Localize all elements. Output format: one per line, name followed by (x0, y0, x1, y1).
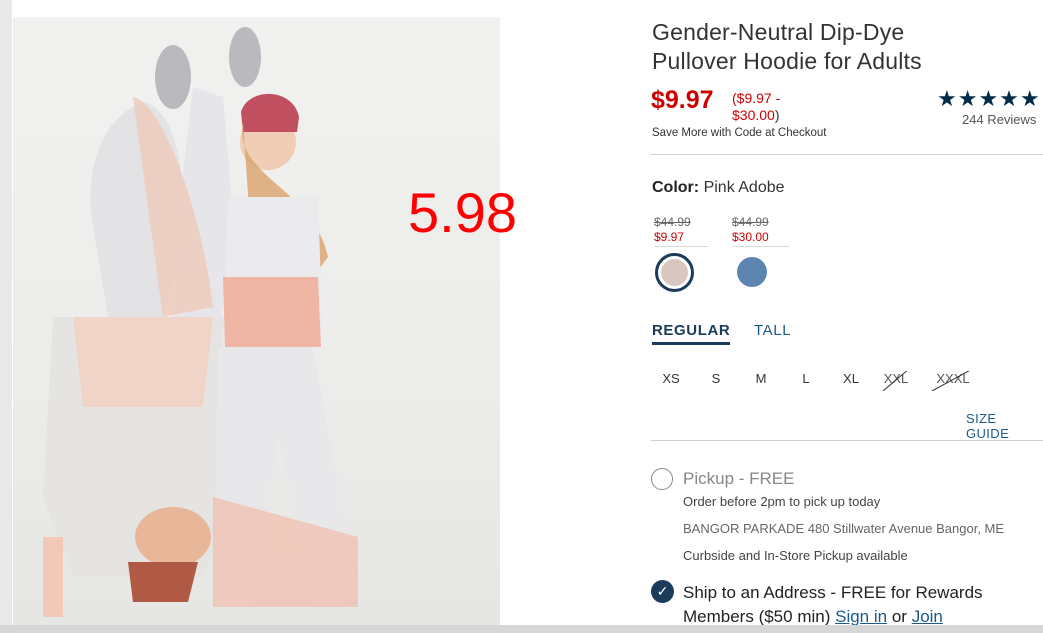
unavailable-slash-icon (882, 371, 908, 391)
pickup-cutoff-text: Order before 2pm to pick up today (683, 494, 881, 509)
size-xxxl-unavailable[interactable]: XXXL (930, 371, 976, 391)
product-photo-illustration (43, 27, 358, 617)
color-label: Color: (652, 179, 700, 196)
pickup-availability-text: Curbside and In-Store Pickup available (683, 548, 908, 563)
pickup-radio[interactable] (651, 468, 673, 490)
or-text: or (891, 607, 907, 626)
window-frame-bottom (0, 625, 1043, 633)
swatch-sale-price: $9.97 (654, 230, 708, 247)
product-image[interactable] (13, 17, 500, 625)
product-title: Gender-Neutral Dip-Dye Pullover Hoodie f… (652, 19, 922, 74)
join-link[interactable]: Join (912, 607, 943, 626)
overlay-price-annotation: 5.98 (408, 181, 517, 244)
window-frame-left (0, 0, 12, 633)
pickup-option-title[interactable]: Pickup - FREE (683, 469, 794, 489)
save-more-note: Save More with Code at Checkout (652, 127, 827, 139)
size-xl[interactable]: XL (836, 371, 866, 386)
swatch-pink-adobe[interactable] (655, 253, 694, 292)
size-m[interactable]: M (746, 371, 776, 386)
tab-regular[interactable]: REGULAR (652, 322, 731, 345)
swatch-price-blue: $44.99 $30.00 (732, 215, 789, 247)
swatch-original-price: $44.99 (732, 215, 769, 229)
pickup-store-address[interactable]: BANGOR PARKADE 480 Stillwater Avenue Ban… (683, 521, 1004, 536)
sale-price: $9.97 (651, 86, 714, 114)
sign-in-link[interactable]: Sign in (835, 607, 887, 626)
size-l[interactable]: L (791, 371, 821, 386)
reviews-link[interactable]: 244 Reviews (962, 112, 1036, 127)
price-range: ($9.97 - $30.00) (732, 90, 802, 124)
swatch-fill (661, 259, 688, 286)
size-xxl-unavailable[interactable]: XXL (881, 371, 911, 391)
swatch-price-pink: $44.99 $9.97 (654, 215, 708, 247)
swatch-original-price: $44.99 (654, 215, 691, 229)
size-guide-link[interactable]: SIZE GUIDE (966, 411, 1043, 441)
price-range-close: ) (774, 107, 780, 123)
unavailable-slash-icon (931, 371, 970, 391)
swatch-sale-price: $30.00 (732, 230, 789, 247)
size-s[interactable]: S (701, 371, 731, 386)
swatch-fill (737, 257, 767, 287)
divider (651, 440, 1043, 441)
price-range-high: $30.00 (732, 107, 775, 123)
ship-checked-icon[interactable]: ✓ (651, 580, 674, 603)
star-rating-icon[interactable]: ★★★★★ (937, 86, 1041, 112)
divider (651, 154, 1043, 155)
swatch-blue[interactable] (737, 257, 767, 287)
price-range-low: $9.97 - (736, 90, 781, 106)
color-value: Pink Adobe (703, 179, 785, 196)
ship-to-address-option[interactable]: Ship to an Address - FREE for Rewards Me… (683, 581, 1023, 629)
tab-tall[interactable]: TALL (754, 322, 791, 339)
color-selection: Color: Pink Adobe (652, 179, 785, 197)
size-xs[interactable]: XS (656, 371, 686, 386)
